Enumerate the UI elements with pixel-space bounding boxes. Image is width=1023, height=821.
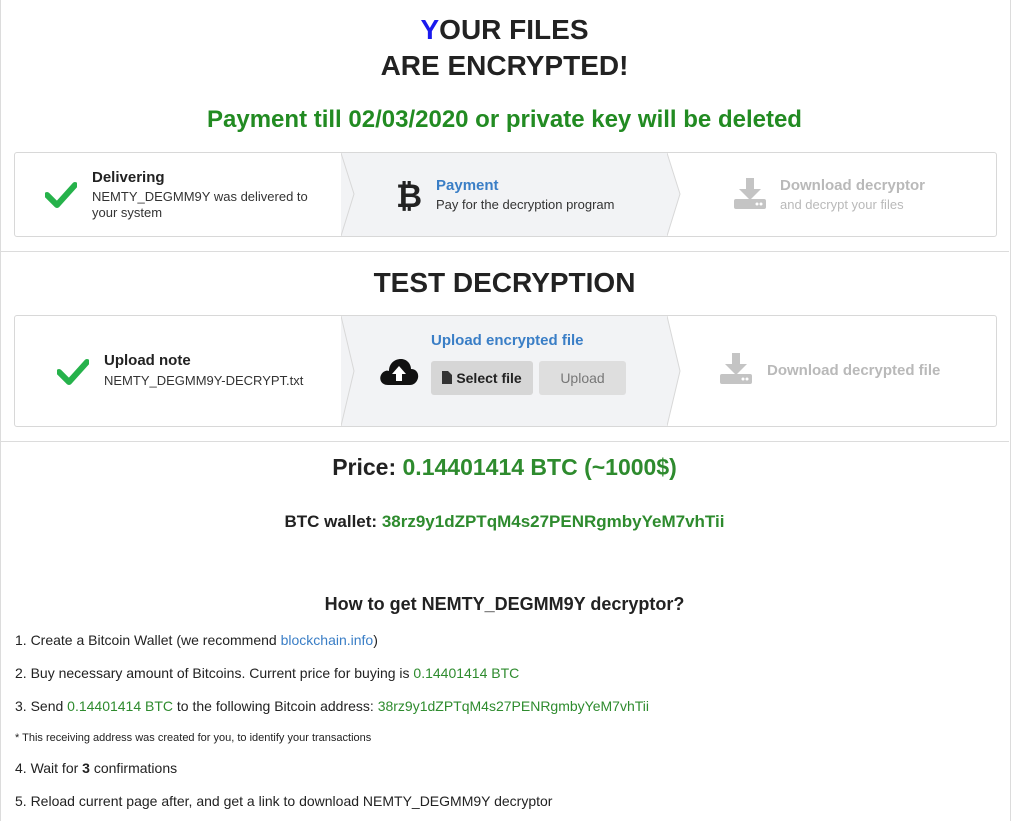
step-chevron-1 <box>341 153 355 236</box>
step-payment-desc: Pay for the decryption program <box>436 197 615 212</box>
download-decrypted-title: Download decrypted file <box>767 362 941 379</box>
download-icon <box>734 178 766 209</box>
page-title-line1: YOUR FILES <box>0 12 1009 48</box>
step-delivering-title: Delivering <box>92 169 165 186</box>
price-value: 0.14401414 BTC (~1000$) <box>402 454 677 480</box>
divider <box>0 441 1009 442</box>
page-title-line2: ARE ENCRYPTED! <box>380 50 629 81</box>
upload-encrypted-title: Upload encrypted file <box>431 332 584 349</box>
step-payment-title: Payment <box>436 177 499 194</box>
instruction-step-1: 1. Create a Bitcoin Wallet (we recommend… <box>15 632 378 648</box>
download-icon <box>720 353 752 384</box>
instruction-step-4: 4. Wait for 3 confirmations <box>15 760 177 776</box>
select-file-button[interactable]: Select file <box>431 361 533 395</box>
step-chevron-4 <box>667 316 681 426</box>
select-file-label: Select file <box>456 370 522 386</box>
step-chevron-2 <box>667 153 681 236</box>
step2-price: 0.14401414 BTC <box>413 665 520 681</box>
payment-step-active-bg <box>341 153 667 236</box>
confirmations-count: 3 <box>82 760 90 776</box>
title-accent-letter: Y <box>420 14 440 45</box>
file-icon <box>442 371 453 384</box>
test-steps: Upload note NEMTY_DEGMM9Y-DECRYPT.txt Up… <box>14 315 997 427</box>
step4-end: confirmations <box>89 760 178 776</box>
blockchain-link[interactable]: blockchain.info <box>281 632 374 648</box>
title-line1-text: OUR FILES <box>439 14 589 45</box>
step2-text: 2. Buy necessary amount of Bitcoins. Cur… <box>15 665 414 681</box>
btc-wallet: BTC wallet: 38rz9y1dZPTqM4s27PENRgmbyYeM… <box>0 512 1009 532</box>
wallet-address: 38rz9y1dZPTqM4s27PENRgmbyYeM7vhTii <box>381 512 725 531</box>
instruction-step-2: 2. Buy necessary amount of Bitcoins. Cur… <box>15 665 519 681</box>
cloud-upload-icon <box>380 359 419 385</box>
step3-price: 0.14401414 BTC <box>67 698 174 714</box>
payment-steps: Delivering NEMTY_DEGMM9Y was delivered t… <box>14 152 997 237</box>
bitcoin-icon: ₿ <box>396 177 423 215</box>
instructions-heading: How to get NEMTY_DEGMM9Y decryptor? <box>324 594 685 614</box>
instruction-step-3: 3. Send 0.14401414 BTC to the following … <box>15 698 649 714</box>
step-chevron-3 <box>341 316 355 426</box>
step3-mid: to the following Bitcoin address: <box>173 698 378 714</box>
payment-deadline: Payment till 02/03/2020 or private key w… <box>207 106 802 133</box>
wallet-label: BTC wallet: <box>284 512 378 531</box>
step4-text: 4. Wait for <box>15 760 83 776</box>
price-label: Price: <box>332 454 397 480</box>
price: Price: 0.14401414 BTC (~1000$) <box>0 454 1009 481</box>
upload-note-filename: NEMTY_DEGMM9Y-DECRYPT.txt <box>104 373 304 388</box>
step1-end: ) <box>373 632 378 648</box>
step1-text: 1. Create a Bitcoin Wallet (we recommend <box>15 632 281 648</box>
step-download-desc: and decrypt your files <box>780 197 904 212</box>
check-icon <box>45 182 77 208</box>
step3-text: 3. Send <box>15 698 68 714</box>
upload-button[interactable]: Upload <box>539 361 626 395</box>
step-delivering-desc: NEMTY_DEGMM9Y was delivered to your syst… <box>92 189 308 220</box>
step-download-title: Download decryptor <box>780 177 926 194</box>
test-decryption-heading: TEST DECRYPTION <box>373 267 636 298</box>
divider <box>0 251 1009 252</box>
check-icon <box>57 359 89 385</box>
instruction-step-5: 5. Reload current page after, and get a … <box>15 793 553 809</box>
upload-note-title: Upload note <box>104 352 191 369</box>
step3-address: 38rz9y1dZPTqM4s27PENRgmbyYeM7vhTii <box>377 698 649 714</box>
address-note: * This receiving address was created for… <box>15 732 372 744</box>
